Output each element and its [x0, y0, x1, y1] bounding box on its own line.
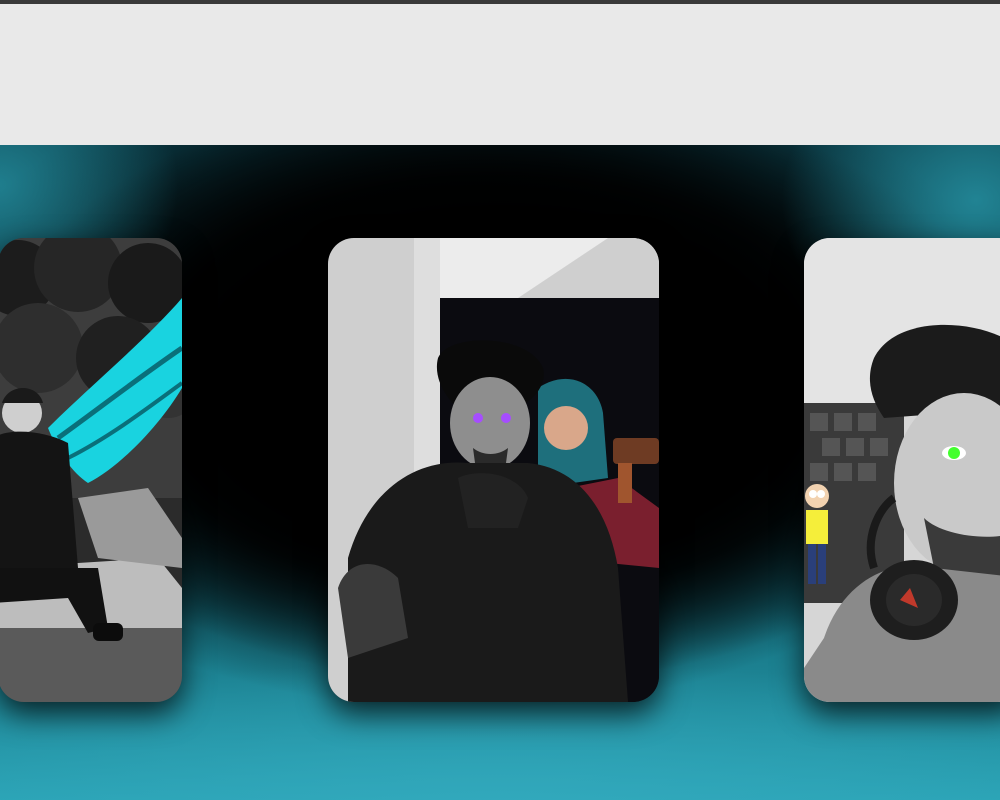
photo-carousel[interactable] — [0, 145, 1000, 800]
green-eye-person-photo — [804, 238, 1000, 702]
page-header — [0, 4, 1000, 145]
purple-eyes-person-photo — [328, 238, 659, 702]
carousel-card-next[interactable] — [804, 238, 1000, 702]
winged-person-photo — [0, 238, 182, 702]
carousel-card-active[interactable] — [328, 238, 659, 702]
carousel-card-previous[interactable] — [0, 238, 182, 702]
